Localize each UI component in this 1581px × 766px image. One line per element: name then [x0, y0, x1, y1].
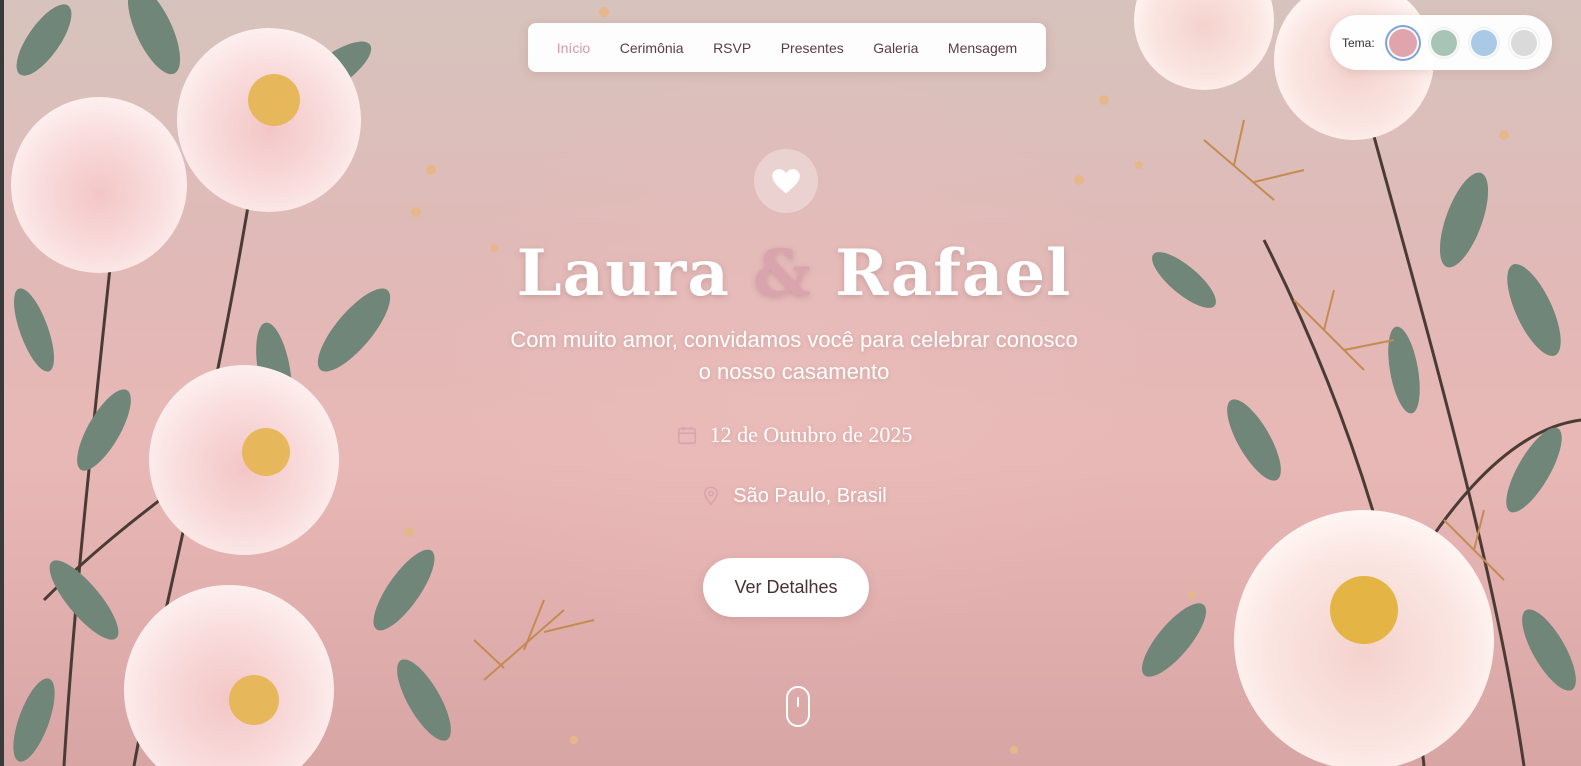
nav-link-presentes[interactable]: Presentes [781, 40, 844, 56]
calendar-icon [677, 426, 696, 445]
name-bride: Laura [516, 236, 730, 311]
hero-section: Início Cerimônia RSVP Presentes Galeria … [4, 0, 1581, 766]
scroll-wheel [797, 697, 799, 707]
invitation-line-2: o nosso casamento [698, 359, 890, 384]
invitation-line-1: Com muito amor, convidamos você para cel… [510, 327, 1078, 352]
date-text: 12 de Outubro de 2025 [709, 422, 913, 447]
nav-link-cerimonia[interactable]: Cerimônia [620, 40, 684, 56]
wedding-date: 12 de Outubro de 2025 [644, 418, 944, 452]
view-details-button[interactable]: Ver Detalhes [703, 558, 869, 617]
theme-label: Tema: [1342, 35, 1375, 50]
heart-badge [754, 149, 818, 213]
nav-link-mensagem[interactable]: Mensagem [948, 40, 1017, 56]
invitation-text: Com muito amor, convidamos você para cel… [474, 324, 1114, 388]
theme-swatch-sky[interactable] [1468, 27, 1499, 58]
nav-link-galeria[interactable]: Galeria [873, 40, 918, 56]
theme-picker: Tema: [1330, 15, 1552, 70]
nav-link-rsvp[interactable]: RSVP [713, 40, 751, 56]
ampersand: & [753, 236, 812, 311]
heart-icon [772, 169, 800, 194]
couple-names: Laura & Rafael [394, 236, 1194, 311]
nav-link-inicio[interactable]: Início [557, 40, 590, 56]
mouse-scroll-icon[interactable] [786, 686, 810, 727]
name-groom: Rafael [835, 236, 1072, 311]
theme-swatch-gray[interactable] [1508, 27, 1539, 58]
location-text: São Paulo, Brasil [733, 484, 887, 507]
theme-swatch-rose[interactable] [1386, 26, 1419, 59]
theme-swatch-sage[interactable] [1428, 27, 1459, 58]
wedding-location: São Paulo, Brasil [644, 481, 944, 511]
main-nav: Início Cerimônia RSVP Presentes Galeria … [528, 23, 1046, 72]
map-pin-icon [704, 486, 719, 506]
